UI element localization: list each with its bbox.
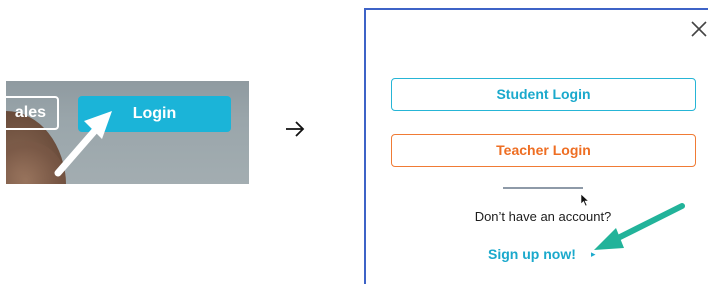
pointer-annotation-arrow-icon [54,111,112,177]
arrow-right-icon [286,121,305,137]
student-login-button[interactable]: Student Login [391,78,696,111]
login-dialog: Student Login Teacher Login Don’t have a… [364,8,708,284]
pointer-annotation-arrow-icon [594,203,685,250]
signup-link[interactable]: Sign up now! [488,246,576,262]
login-header-screenshot: ales Login [6,81,249,184]
close-icon[interactable] [690,20,708,38]
teacher-login-button[interactable]: Teacher Login [391,134,696,167]
divider [503,187,583,189]
